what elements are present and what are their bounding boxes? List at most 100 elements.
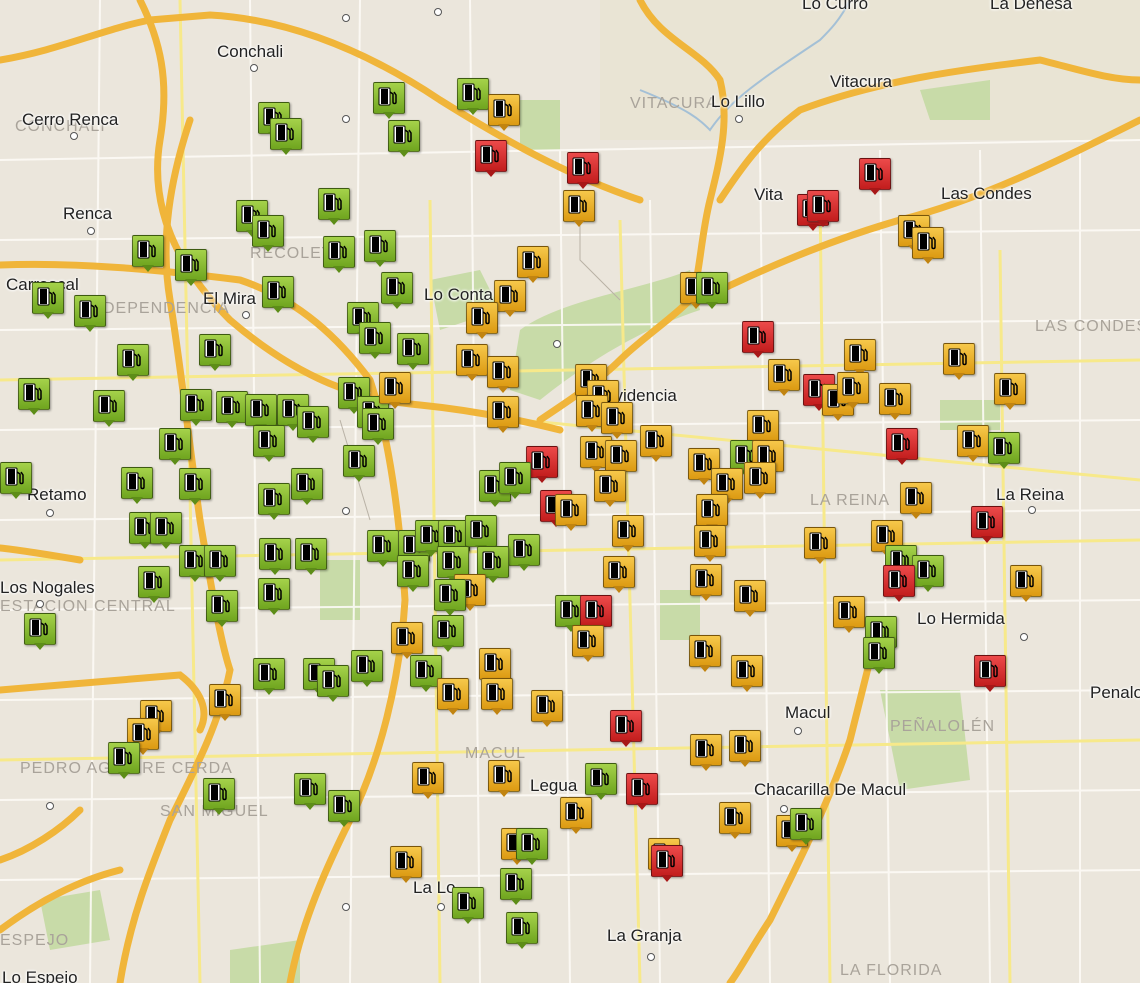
- gas-station-marker-green[interactable]: [0, 462, 32, 500]
- gas-station-marker-yellow[interactable]: [517, 246, 549, 284]
- gas-station-marker-red[interactable]: [974, 655, 1006, 693]
- gas-station-marker-yellow[interactable]: [689, 635, 721, 673]
- gas-station-marker-yellow[interactable]: [531, 690, 563, 728]
- gas-station-marker-yellow[interactable]: [694, 525, 726, 563]
- gas-station-marker-green[interactable]: [500, 868, 532, 906]
- gas-station-marker-green[interactable]: [912, 555, 944, 593]
- gas-station-marker-green[interactable]: [452, 887, 484, 925]
- gas-station-marker-yellow[interactable]: [494, 280, 526, 318]
- gas-station-marker-green[interactable]: [132, 235, 164, 273]
- gas-station-marker-green[interactable]: [179, 468, 211, 506]
- gas-station-marker-yellow[interactable]: [487, 356, 519, 394]
- gas-station-marker-yellow[interactable]: [466, 302, 498, 340]
- gas-station-marker-green[interactable]: [499, 462, 531, 500]
- gas-station-marker-yellow[interactable]: [1010, 565, 1042, 603]
- gas-station-marker-green[interactable]: [988, 432, 1020, 470]
- gas-station-marker-green[interactable]: [121, 467, 153, 505]
- gas-station-marker-yellow[interactable]: [912, 227, 944, 265]
- gas-station-marker-yellow[interactable]: [768, 359, 800, 397]
- gas-station-marker-red[interactable]: [859, 158, 891, 196]
- gas-station-marker-green[interactable]: [159, 428, 191, 466]
- gas-station-marker-green[interactable]: [32, 282, 64, 320]
- gas-station-marker-yellow[interactable]: [456, 344, 488, 382]
- gas-station-marker-red[interactable]: [807, 190, 839, 228]
- gas-station-marker-red[interactable]: [742, 321, 774, 359]
- gas-station-marker-green[interactable]: [351, 650, 383, 688]
- gas-station-marker-yellow[interactable]: [481, 678, 513, 716]
- gas-station-marker-green[interactable]: [388, 120, 420, 158]
- gas-station-marker-green[interactable]: [367, 530, 399, 568]
- gas-station-marker-yellow[interactable]: [837, 372, 869, 410]
- gas-station-marker-green[interactable]: [434, 579, 466, 617]
- gas-station-marker-green[interactable]: [323, 236, 355, 274]
- gas-station-marker-green[interactable]: [262, 276, 294, 314]
- gas-station-marker-yellow[interactable]: [379, 372, 411, 410]
- gas-station-marker-green[interactable]: [295, 538, 327, 576]
- gas-station-marker-yellow[interactable]: [729, 730, 761, 768]
- gas-station-marker-green[interactable]: [253, 425, 285, 463]
- gas-station-marker-yellow[interactable]: [601, 402, 633, 440]
- gas-station-marker-yellow[interactable]: [719, 802, 751, 840]
- gas-station-marker-green[interactable]: [24, 613, 56, 651]
- gas-station-marker-yellow[interactable]: [612, 515, 644, 553]
- gas-station-marker-yellow[interactable]: [804, 527, 836, 565]
- gas-station-marker-red[interactable]: [475, 140, 507, 178]
- gas-station-marker-yellow[interactable]: [833, 596, 865, 634]
- gas-station-marker-red[interactable]: [971, 506, 1003, 544]
- gas-station-marker-red[interactable]: [610, 710, 642, 748]
- gas-station-marker-green[interactable]: [216, 391, 248, 429]
- gas-station-marker-green[interactable]: [373, 82, 405, 120]
- gas-station-marker-green[interactable]: [432, 615, 464, 653]
- gas-station-marker-green[interactable]: [270, 118, 302, 156]
- gas-station-marker-green[interactable]: [506, 912, 538, 950]
- gas-station-marker-red[interactable]: [567, 152, 599, 190]
- gas-station-marker-green[interactable]: [359, 322, 391, 360]
- gas-station-marker-green[interactable]: [318, 188, 350, 226]
- gas-station-marker-yellow[interactable]: [594, 470, 626, 508]
- gas-station-marker-green[interactable]: [516, 828, 548, 866]
- gas-station-marker-yellow[interactable]: [994, 373, 1026, 411]
- gas-station-marker-green[interactable]: [457, 78, 489, 116]
- gas-station-marker-red[interactable]: [886, 428, 918, 466]
- gas-station-marker-yellow[interactable]: [563, 190, 595, 228]
- gas-station-marker-yellow[interactable]: [900, 482, 932, 520]
- gas-station-marker-yellow[interactable]: [603, 556, 635, 594]
- gas-station-marker-yellow[interactable]: [690, 734, 722, 772]
- gas-station-marker-yellow[interactable]: [488, 94, 520, 132]
- gas-station-marker-green[interactable]: [150, 512, 182, 550]
- gas-station-marker-green[interactable]: [18, 378, 50, 416]
- gas-station-marker-green[interactable]: [381, 272, 413, 310]
- gas-station-marker-green[interactable]: [362, 408, 394, 446]
- gas-station-marker-yellow[interactable]: [640, 425, 672, 463]
- gas-station-marker-green[interactable]: [258, 578, 290, 616]
- gas-station-marker-green[interactable]: [117, 344, 149, 382]
- gas-station-marker-yellow[interactable]: [879, 383, 911, 421]
- gas-station-marker-green[interactable]: [180, 389, 212, 427]
- gas-station-marker-yellow[interactable]: [690, 564, 722, 602]
- gas-station-marker-green[interactable]: [397, 333, 429, 371]
- gas-station-marker-yellow[interactable]: [437, 678, 469, 716]
- gas-station-marker-green[interactable]: [253, 658, 285, 696]
- gas-station-marker-yellow[interactable]: [943, 343, 975, 381]
- gas-station-marker-green[interactable]: [93, 390, 125, 428]
- gas-station-marker-green[interactable]: [328, 790, 360, 828]
- gas-station-marker-green[interactable]: [343, 445, 375, 483]
- gas-station-marker-green[interactable]: [203, 778, 235, 816]
- gas-station-marker-yellow[interactable]: [555, 494, 587, 532]
- gas-station-marker-yellow[interactable]: [744, 462, 776, 500]
- gas-station-marker-green[interactable]: [790, 808, 822, 846]
- gas-station-marker-yellow[interactable]: [560, 797, 592, 835]
- gas-station-marker-green[interactable]: [259, 538, 291, 576]
- gas-station-marker-red[interactable]: [626, 773, 658, 811]
- gas-station-marker-yellow[interactable]: [412, 762, 444, 800]
- gas-station-marker-yellow[interactable]: [734, 580, 766, 618]
- gas-station-marker-green[interactable]: [108, 742, 140, 780]
- gas-station-marker-green[interactable]: [397, 555, 429, 593]
- gas-station-marker-yellow[interactable]: [487, 396, 519, 434]
- gas-station-marker-green[interactable]: [252, 215, 284, 253]
- gas-station-marker-green[interactable]: [585, 763, 617, 801]
- gas-station-marker-yellow[interactable]: [488, 760, 520, 798]
- gas-station-marker-green[interactable]: [204, 545, 236, 583]
- gas-station-marker-yellow[interactable]: [731, 655, 763, 693]
- gas-station-marker-green[interactable]: [138, 566, 170, 604]
